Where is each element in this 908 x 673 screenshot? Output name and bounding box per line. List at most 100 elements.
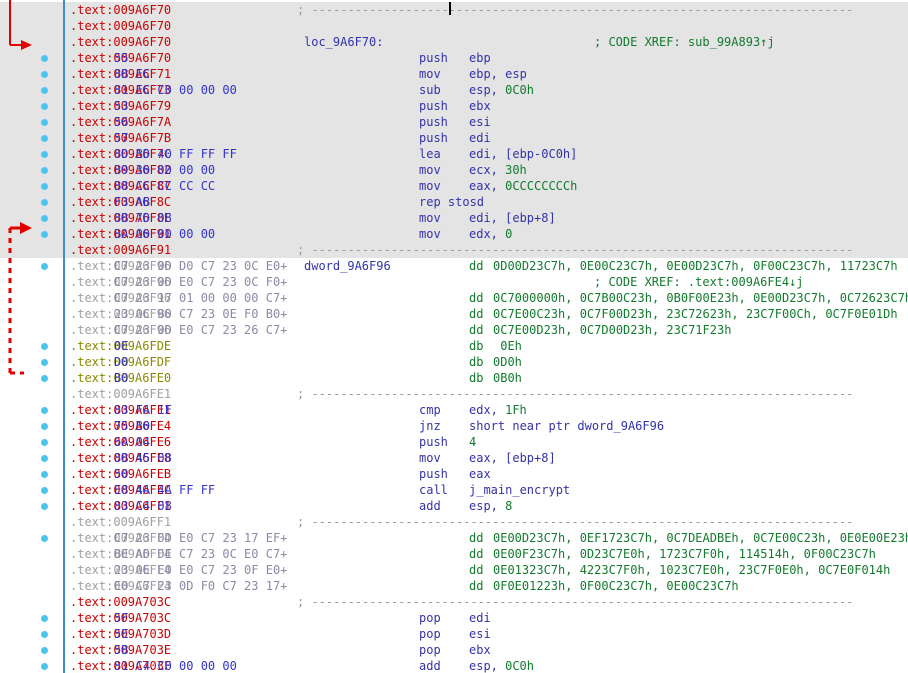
line-mnemonic: mov — [419, 163, 441, 177]
disassembly-line[interactable]: .text:009A6F91 BA 00 00 00 00 mov edx, 0 — [64, 226, 908, 242]
disassembly-line[interactable]: .text:009A6FEC E8 4A 4A FF FF call j_main_e… — [64, 482, 908, 498]
line-operand: esp, — [469, 83, 506, 97]
disassembly-line[interactable]: .text:009A6F91 ; ------------------------… — [64, 242, 908, 258]
disassembly-line[interactable]: .text:009A6FE0 B0 db 0B0h — [64, 370, 908, 386]
line-mnemonic: pop — [419, 627, 441, 641]
line-directive: dd — [469, 323, 484, 337]
code-listing[interactable]: .text:009A6F70 ; ------------------------… — [64, 0, 908, 673]
line-operand: edi, [ebp+8] — [469, 211, 556, 225]
disassembly-line[interactable]: .text:009A6FF4 23 0E E0 E0 C7 23 0F E0+ dd… — [64, 562, 908, 578]
disassembly-line[interactable]: .text:009A6F73 81 EC C0 00 00 00 sub esp, 0… — [64, 82, 908, 98]
line-separator: ; --------------------------------------… — [297, 595, 854, 609]
line-mnemonic: push — [419, 51, 448, 65]
line-operand: ebx — [469, 643, 491, 657]
line-bytes: 8B EC — [114, 67, 151, 81]
disassembly-line[interactable]: .text:009A703E 5B pop ebx — [64, 642, 908, 658]
disassembly-line[interactable]: .text:009A703C 5F pop edi — [64, 610, 908, 626]
disassembly-line[interactable]: .text:009A6FF1 83 C4 08 add esp, 8 — [64, 498, 908, 514]
line-bytes: 81 C4 C0 00 00 00 — [114, 659, 237, 673]
line-mnemonic: cmp — [419, 403, 441, 417]
disassembly-line[interactable]: .text:009A6F70 loc_9A6F70: ; CODE XREF: su… — [64, 34, 908, 50]
disassembly-line[interactable]: .text:009A6F79 53 push ebx — [64, 98, 908, 114]
line-operand: eax, [ebp+8] — [469, 451, 556, 465]
solid-arrow-head — [21, 40, 32, 50]
disassembly-line[interactable]: .text:009A6FEB 50 push eax — [64, 466, 908, 482]
disassembly-line[interactable]: .text:009A6FE8 8B 45 08 mov eax, [ebp+8] — [64, 450, 908, 466]
disassembly-line[interactable]: .text:009A6F71 8B EC mov ebp, esp — [64, 66, 908, 82]
disassembly-line[interactable]: .text:009A6FF4 E0 C7 23 0D F0 C7 23 17+ dd… — [64, 578, 908, 594]
line-bytes: 50 — [114, 467, 129, 481]
disassembly-line[interactable]: .text:009A6FF4 C7 23 0D E0 C7 23 17 EF+ dd… — [64, 530, 908, 546]
disassembly-line[interactable]: .text:009A6FDE 0E db 0Eh — [64, 338, 908, 354]
disassembly-line[interactable]: .text:009A6FF1 ; ------------------------… — [64, 514, 908, 530]
line-data-values: 0C7E00C23h, 0C7F00D23h, 23C72623h, 23C7F… — [493, 307, 898, 321]
disassembly-line[interactable]: .text:009A6F70 ; ------------------------… — [64, 2, 908, 18]
line-mnemonic: pop — [419, 643, 441, 657]
line-directive: dd — [469, 579, 484, 593]
line-separator: ; --------------------------------------… — [297, 243, 854, 257]
disassembly-line[interactable]: .text:009A6FF4 BE AD DE C7 23 0C E0 C7+ dd… — [64, 546, 908, 562]
line-comment: ; CODE XREF: sub_99A893↑j — [594, 35, 775, 49]
line-bytes: E8 4A 4A FF FF — [114, 483, 216, 497]
disassembly-line[interactable]: .text:009A6F96 C7 23 0D E0 C7 23 26 C7+ dd… — [64, 322, 908, 338]
line-bytes: 81 EC C0 00 00 00 — [114, 83, 237, 97]
disassembly-line[interactable]: .text:009A703C ; ------------------------… — [64, 594, 908, 610]
line-operand-number: 30h — [505, 163, 527, 177]
line-separator: ; --------------------------------------… — [297, 3, 854, 17]
line-operand: edi, [ebp-0C0h] — [469, 147, 578, 161]
disassembly-line[interactable]: .text:009A6F96 C7 23 0D E0 C7 23 0C F0+; … — [64, 274, 908, 290]
line-data-values: 0D00D23C7h, 0E00C23C7h, 0E00D23C7h, 0F00… — [493, 259, 898, 273]
disassembly-line[interactable]: .text:009A6F96 23 0C B0 C7 23 0E F0 B0+ dd… — [64, 306, 908, 322]
line-data-values: 0E00F23C7h, 0D23C7E0h, 1723C7F0h, 114514… — [493, 547, 876, 561]
line-operand: esi — [469, 627, 491, 641]
line-mnemonic: pop — [419, 611, 441, 625]
disassembly-line[interactable]: .text:009A6FDF D0 db 0D0h — [64, 354, 908, 370]
line-operand-number: 4 — [469, 435, 477, 449]
line-bytes: 5B — [114, 643, 129, 657]
line-data-values: 0B0h — [493, 371, 522, 385]
line-mnemonic: lea — [419, 147, 441, 161]
line-bytes: 55 — [114, 51, 129, 65]
disassembly-line[interactable]: .text:009A6F87 B8 CC CC CC CC mov eax, 0CCC… — [64, 178, 908, 194]
disassembly-line[interactable]: .text:009A6F7B 57 push edi — [64, 130, 908, 146]
disassembly-line[interactable]: .text:009A6F70 — [64, 18, 908, 34]
disassembly-line[interactable]: .text:009A6F8C F3 AB rep stosd — [64, 194, 908, 210]
line-operand-number: 0 — [505, 227, 513, 241]
disassembly-line[interactable]: .text:009A6F8E 8B 7D 08 mov edi, [ebp+8] — [64, 210, 908, 226]
line-bytes: 23 0E E0 E0 C7 23 0F E0+ — [114, 563, 288, 577]
line-operand: esp, — [469, 659, 506, 673]
disassembly-line[interactable]: .text:009A6F7A 56 push esi — [64, 114, 908, 130]
disassembly-line[interactable]: .text:009A703D 5E pop esi — [64, 626, 908, 642]
disassembly-line[interactable]: .text:009A6F96 C7 23 0D D0 C7 23 0C E0+ dw… — [64, 258, 908, 274]
line-address: .text:009A6F70 — [70, 19, 172, 33]
line-bytes: C7 23 0D E0 C7 23 26 C7+ — [114, 323, 288, 337]
disassembly-line[interactable]: .text:009A6F96 C7 23 17 01 00 00 00 C7+ dd… — [64, 290, 908, 306]
line-operand: ecx, — [469, 163, 506, 177]
line-operand: edx, — [469, 403, 506, 417]
line-bytes: B9 30 00 00 00 — [114, 163, 216, 177]
line-mnemonic: add — [419, 499, 441, 513]
line-operand-number: 0C0h — [505, 659, 534, 673]
line-directive: db — [469, 371, 484, 385]
ida-disassembly-view[interactable]: .text:009A6F70 ; ------------------------… — [0, 0, 908, 673]
line-operand: edi — [469, 131, 491, 145]
line-data-values: 0F0E01223h, 0F00C23C7h, 0E00C23C7h — [493, 579, 739, 593]
line-operand: eax — [469, 467, 491, 481]
line-directive: dd — [469, 307, 484, 321]
disassembly-line[interactable]: .text:009A6FE1 ; ------------------------… — [64, 386, 908, 402]
line-mnemonic: add — [419, 659, 441, 673]
line-bytes: 83 FA 1F — [114, 403, 172, 417]
line-data-values: 0C7E00D23h, 0C7D00D23h, 23C71F23h — [493, 323, 732, 337]
line-directive: dd — [469, 291, 484, 305]
line-address: .text:009A6FF1 — [70, 515, 172, 529]
disassembly-line[interactable]: .text:009A6F7C 8D BD 40 FF FF FF lea edi, [… — [64, 146, 908, 162]
disassembly-line[interactable]: .text:009A6FE4 75 B0 jnz short near ptr dwo… — [64, 418, 908, 434]
disassembly-line[interactable]: .text:009A6F82 B9 30 00 00 00 mov ecx, 30h — [64, 162, 908, 178]
disassembly-line[interactable]: .text:009A6FE6 6A 04 push 4 — [64, 434, 908, 450]
line-operand: edx, — [469, 227, 506, 241]
line-mnemonic: push — [419, 131, 448, 145]
disassembly-line[interactable]: .text:009A6FE1 83 FA 1F cmp edx, 1Fh — [64, 402, 908, 418]
disassembly-line[interactable]: .text:009A703F 81 C4 C0 00 00 00 add esp, 0… — [64, 658, 908, 673]
disassembly-line[interactable]: .text:009A6F70 55 push ebp — [64, 50, 908, 66]
xref-arrows — [8, 0, 32, 375]
